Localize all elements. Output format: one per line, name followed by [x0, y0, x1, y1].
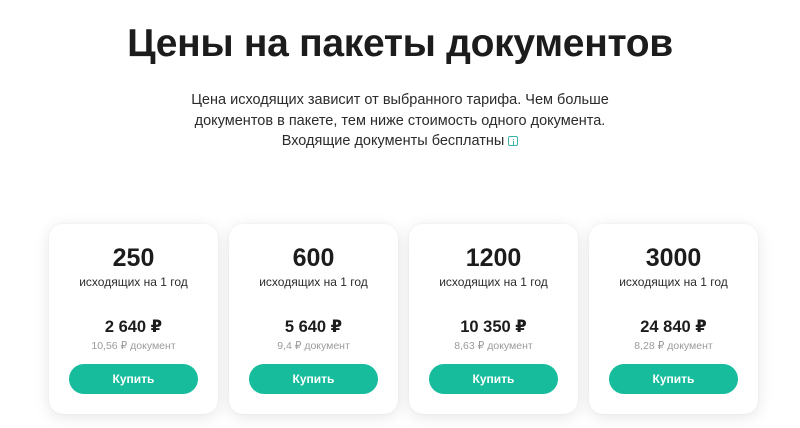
package-quantity: 250: [112, 244, 155, 272]
buy-button-600[interactable]: Купить: [249, 364, 378, 394]
buy-button-250[interactable]: Купить: [69, 364, 198, 394]
page-title: Цены на пакеты документов: [127, 22, 673, 65]
subtitle-line-2: документов в пакете, тем ниже стоимость …: [194, 112, 606, 129]
pricing-page: Цены на пакеты документов Цена исходящих…: [0, 0, 800, 428]
package-price-per-document: 8,28 ₽ документ: [634, 340, 713, 352]
subtitle-line-3-text: Входящие документы бесплатны: [281, 133, 505, 149]
package-card-1200: 1200 исходящих на 1 год 10 350 ₽ 8,63 ₽ …: [409, 224, 578, 414]
package-quantity-label: исходящих на 1 год: [259, 275, 368, 289]
package-price-per-document: 8,63 ₽ документ: [454, 340, 533, 352]
package-price-per-document: 10,56 ₽ документ: [91, 340, 176, 352]
buy-button-1200[interactable]: Купить: [429, 364, 558, 394]
package-quantity: 600: [292, 244, 335, 272]
package-quantity-label: исходящих на 1 год: [439, 275, 548, 289]
package-price: 5 640 ₽: [284, 318, 343, 336]
package-quantity: 1200: [465, 244, 522, 272]
package-quantity-label: исходящих на 1 год: [79, 275, 188, 289]
package-price: 2 640 ₽: [104, 318, 163, 336]
package-quantity: 3000: [645, 244, 702, 272]
info-icon[interactable]: [508, 136, 519, 146]
package-card-250: 250 исходящих на 1 год 2 640 ₽ 10,56 ₽ д…: [49, 224, 218, 414]
package-quantity-label: исходящих на 1 год: [619, 275, 728, 289]
subtitle-line-3: Входящие документы бесплатны: [180, 131, 620, 152]
subtitle-line-1: Цена исходящих зависит от выбранного тар…: [191, 92, 609, 108]
package-price: 10 350 ₽: [460, 318, 527, 336]
package-price-per-document: 9,4 ₽ документ: [277, 340, 350, 352]
package-card-3000: 3000 исходящих на 1 год 24 840 ₽ 8,28 ₽ …: [589, 224, 758, 414]
page-subtitle: Цена исходящих зависит от выбранного тар…: [180, 90, 620, 152]
buy-button-3000[interactable]: Купить: [609, 364, 738, 394]
package-card-600: 600 исходящих на 1 год 5 640 ₽ 9,4 ₽ док…: [229, 224, 398, 414]
package-price: 24 840 ₽: [640, 318, 707, 336]
